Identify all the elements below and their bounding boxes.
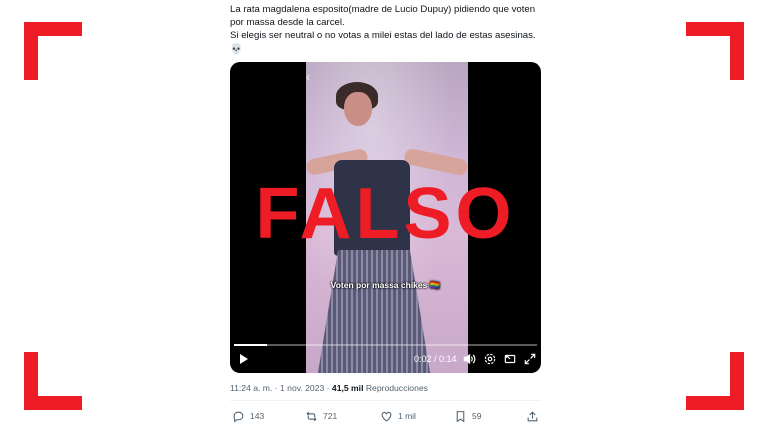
back-arrow-icon: ‹ xyxy=(306,70,310,84)
corner-bracket-top-right xyxy=(686,22,744,80)
bookmark-icon xyxy=(456,410,465,422)
volume-icon[interactable] xyxy=(462,352,476,366)
bookmark-button[interactable]: 59 xyxy=(454,405,481,427)
person-figure xyxy=(344,92,372,126)
play-icon[interactable] xyxy=(240,354,248,364)
reply-button[interactable]: 143 xyxy=(232,405,264,427)
reply-icon xyxy=(233,411,244,422)
video-caption: Voten por massa chikes 🏳️‍🌈 xyxy=(330,280,441,290)
repost-button[interactable]: 721 xyxy=(305,405,337,427)
tweet-timestamp: 11:24 a. m. · 1 nov. 2023 · xyxy=(230,383,332,393)
corner-bracket-top-left xyxy=(24,22,82,80)
views-label: Reproducciones xyxy=(363,383,428,393)
falso-stamp: FALSO xyxy=(255,174,516,254)
video-progress-bar[interactable] xyxy=(234,344,537,346)
repost-count: 721 xyxy=(323,411,338,421)
corner-bracket-bottom-right xyxy=(686,352,744,410)
reply-count: 143 xyxy=(250,411,265,421)
video-controls: 0:02 / 0:14 xyxy=(230,352,541,368)
heart-icon xyxy=(381,411,392,421)
action-bar: 143 721 1 mil 59 xyxy=(230,405,545,427)
repost-icon xyxy=(306,411,317,421)
settings-gear-icon[interactable] xyxy=(483,352,497,366)
tweet-line-2: por massa desde la carcel. xyxy=(230,17,345,29)
video-progress-fill xyxy=(234,344,268,346)
tweet-meta: 11:24 a. m. · 1 nov. 2023 · 41,5 mil Rep… xyxy=(230,383,428,393)
like-button[interactable]: 1 mil xyxy=(380,405,416,427)
divider xyxy=(230,400,541,401)
video-time: 0:02 / 0:14 xyxy=(414,354,457,364)
bookmark-count: 59 xyxy=(472,411,482,421)
fullscreen-icon[interactable] xyxy=(523,352,537,366)
like-count: 1 mil xyxy=(398,411,416,421)
tweet-text: La rata magdalena esposito(madre de Luci… xyxy=(230,3,550,56)
share-button[interactable] xyxy=(526,405,539,427)
tweet-line-1: La rata magdalena esposito(madre de Luci… xyxy=(230,4,536,15)
share-icon xyxy=(527,410,538,421)
picture-in-picture-icon[interactable] xyxy=(503,352,517,366)
tweet-line-3: Si elegis ser neutral o no votas a milei… xyxy=(230,30,536,42)
views-count: 41,5 mil xyxy=(331,383,364,393)
corner-bracket-bottom-left xyxy=(24,352,82,410)
skull-emoji-icon: 💀 xyxy=(230,43,243,55)
